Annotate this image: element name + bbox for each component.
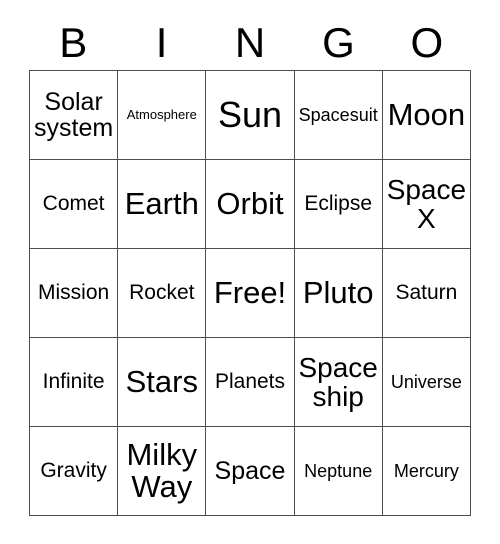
bingo-cell[interactable]: Earth <box>118 160 207 249</box>
bingo-cell[interactable]: Orbit <box>206 160 295 249</box>
bingo-cell[interactable]: Rocket <box>118 249 207 338</box>
bingo-cell-label: Sun <box>217 94 283 136</box>
bingo-cell[interactable]: Eclipse <box>294 160 383 249</box>
bingo-cell[interactable]: Comet <box>30 160 119 249</box>
bingo-cell-label: Spacesuit <box>298 104 378 125</box>
bingo-cell-label: Infinite <box>42 370 105 394</box>
bingo-cell-label: Comet <box>42 192 105 216</box>
bingo-cell-label: Pluto <box>302 274 374 310</box>
bingo-cell[interactable]: Moon <box>382 71 471 160</box>
bingo-cell-label: Mission <box>38 281 110 305</box>
bingo-cell-label: Universe <box>390 371 462 392</box>
bingo-cell[interactable]: Solar system <box>30 71 119 160</box>
header-letter-b: B <box>59 19 88 66</box>
bingo-cell[interactable]: Stars <box>118 338 207 427</box>
bingo-cell-label: Atmosphere <box>126 107 197 123</box>
bingo-cell-label: Moon <box>387 96 466 132</box>
bingo-cell[interactable]: Saturn <box>382 249 471 338</box>
bingo-cell[interactable]: Mercury <box>382 427 471 516</box>
bingo-cell-label: Stars <box>125 363 198 399</box>
header-letter-o: O <box>410 19 444 66</box>
bingo-cell-label: Planets <box>214 370 286 394</box>
bingo-cell-label: Milky Way <box>126 436 198 504</box>
bingo-cell-label: Saturn <box>395 281 458 305</box>
bingo-cell-label: Gravity <box>40 459 107 483</box>
header-letter-n: N <box>234 19 266 66</box>
header-letter-i: I <box>155 19 168 66</box>
bingo-cell[interactable]: Sun <box>206 71 295 160</box>
bingo-header: B I N G O <box>29 16 471 70</box>
bingo-cell[interactable]: Infinite <box>30 338 119 427</box>
bingo-cell-label: Space X <box>386 173 467 234</box>
bingo-cell[interactable]: Space X <box>382 160 471 249</box>
bingo-card: B I N G O Solar system Atmosphere Sun Space… <box>0 0 500 544</box>
header-letter-g: G <box>322 19 355 66</box>
bingo-cell-label: Mercury <box>393 460 459 481</box>
bingo-cell[interactable]: Mission <box>30 249 119 338</box>
bingo-cell[interactable]: Pluto <box>294 249 383 338</box>
bingo-cell-label: Orbit <box>216 185 284 221</box>
bingo-cell-label: Earth <box>124 185 199 221</box>
bingo-cell-label: Neptune <box>304 460 373 481</box>
bingo-cell[interactable]: Milky Way <box>118 427 207 516</box>
bingo-cell-label: Free! <box>213 274 287 310</box>
bingo-cell-label: Solar system <box>34 88 114 142</box>
bingo-cell[interactable]: Universe <box>382 338 471 427</box>
bingo-cell-label: Space ship <box>298 351 378 412</box>
bingo-cell-label: Eclipse <box>304 192 373 216</box>
bingo-grid: Solar system Atmosphere Sun Spacesuit Moon Co… <box>29 70 471 516</box>
bingo-cell[interactable]: Space <box>206 427 295 516</box>
bingo-cell[interactable]: Atmosphere <box>118 71 207 160</box>
bingo-cell[interactable]: Neptune <box>294 427 383 516</box>
bingo-cell[interactable]: Space ship <box>294 338 383 427</box>
bingo-cell-label: Space <box>214 457 286 485</box>
bingo-cell-label: Rocket <box>129 281 195 305</box>
bingo-cell[interactable]: Planets <box>206 338 295 427</box>
bingo-cell[interactable]: Gravity <box>30 427 119 516</box>
bingo-cell[interactable]: Free! <box>206 249 295 338</box>
bingo-cell[interactable]: Spacesuit <box>294 71 383 160</box>
